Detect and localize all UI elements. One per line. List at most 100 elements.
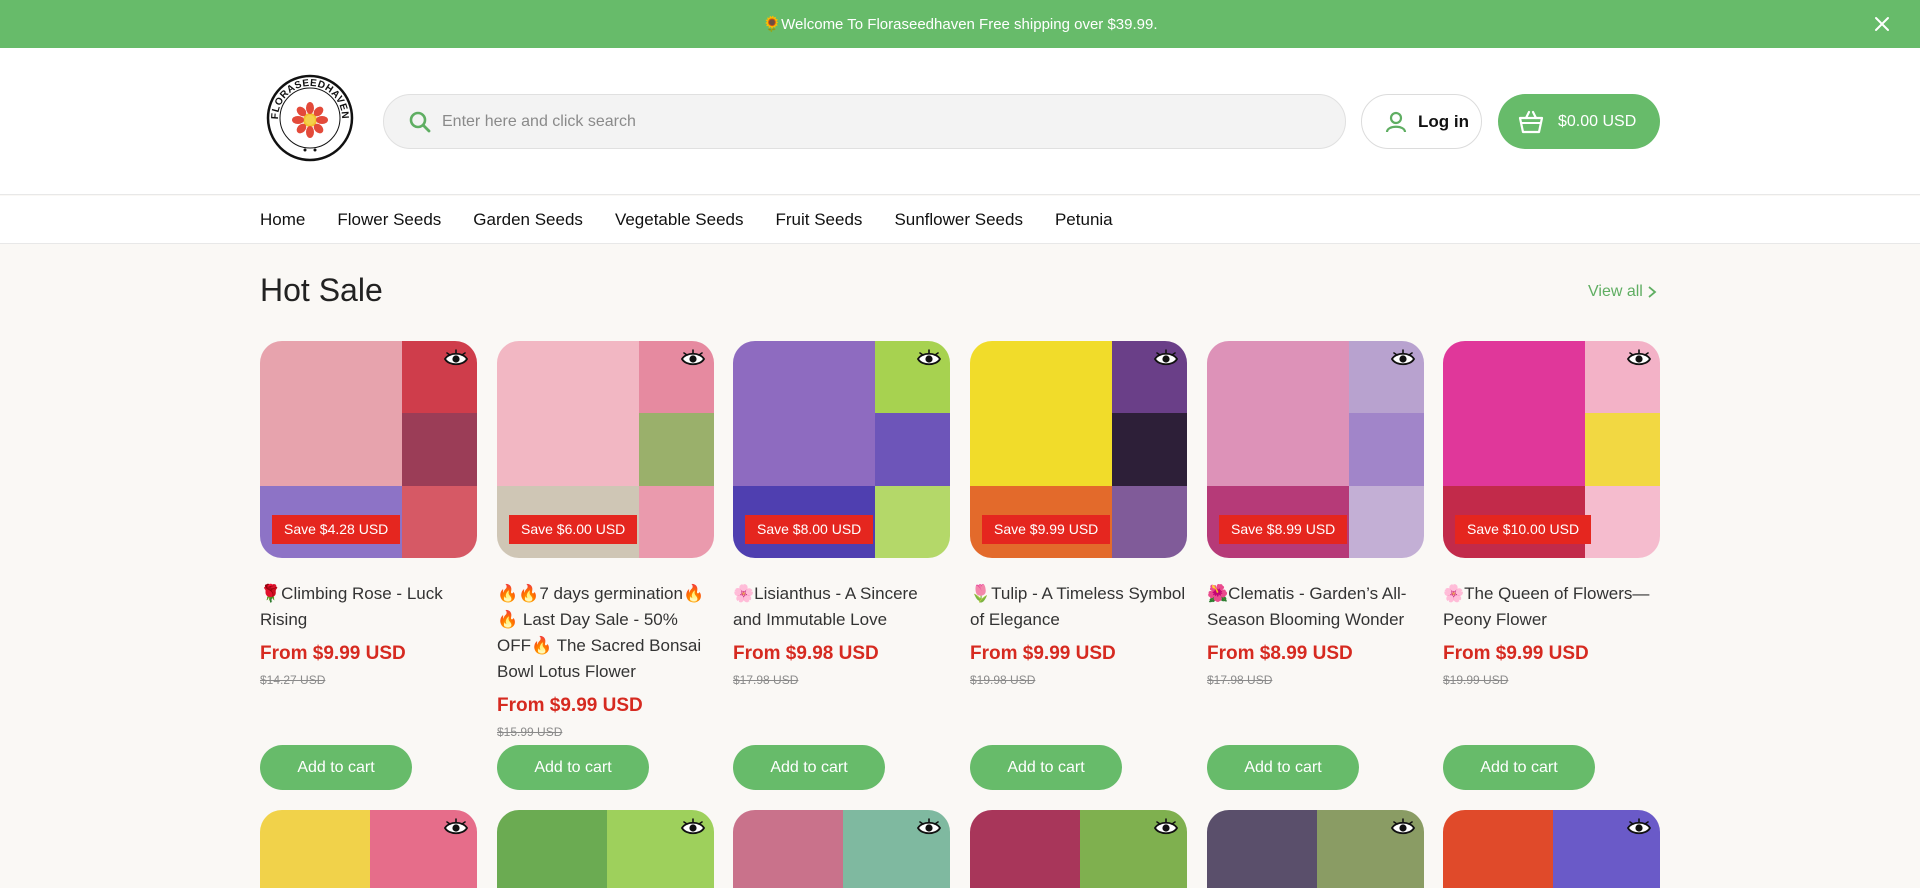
product-price: From $9.99 USD — [970, 643, 1116, 664]
sale-badge: Save $8.99 USD — [1219, 515, 1348, 544]
product-price: From $9.99 USD — [497, 695, 643, 716]
product-image[interactable]: Save $9.99 USD — [970, 341, 1187, 558]
image-tile — [497, 810, 607, 888]
login-button[interactable]: Log in — [1361, 94, 1482, 149]
quick-view-icon[interactable] — [1390, 349, 1416, 369]
product-card[interactable] — [970, 810, 1187, 888]
product-card[interactable] — [1443, 810, 1660, 888]
quick-view-icon[interactable] — [1626, 349, 1652, 369]
image-tile — [733, 341, 875, 486]
main-nav: Home Flower Seeds Garden Seeds Vegetable… — [0, 196, 1920, 244]
product-card[interactable] — [497, 810, 714, 888]
image-tile — [970, 341, 1112, 486]
compare-price: $17.98 USD — [1207, 673, 1273, 687]
nav-item-garden-seeds[interactable]: Garden Seeds — [473, 210, 583, 230]
product-image[interactable]: Save $6.00 USD — [497, 341, 714, 558]
search-input[interactable] — [442, 95, 1322, 148]
compare-price: $15.99 USD — [497, 725, 563, 739]
product-image[interactable]: Save $8.00 USD — [733, 341, 950, 558]
image-tile — [1207, 341, 1349, 486]
announcement-text: 🌻Welcome To Floraseedhaven Free shipping… — [762, 16, 1158, 33]
sale-badge: Save $9.99 USD — [982, 515, 1111, 544]
product-title[interactable]: 🌺Clematis - Garden’s All-Season Blooming… — [1207, 581, 1424, 633]
product-image[interactable]: Save $10.00 USD — [1443, 341, 1660, 558]
close-icon[interactable] — [1872, 14, 1892, 34]
image-tile — [639, 486, 714, 558]
image-tile — [1585, 413, 1660, 486]
product-title[interactable]: 🔥🔥7 days germination🔥🔥 Last Day Sale - 5… — [497, 581, 714, 685]
chevron-right-icon — [1648, 286, 1657, 298]
image-tile — [1349, 486, 1424, 558]
product-title[interactable]: 🌸The Queen of Flowers—Peony Flower — [1443, 581, 1660, 633]
nav-item-vegetable-seeds[interactable]: Vegetable Seeds — [615, 210, 744, 230]
announcement-bar: 🌻Welcome To Floraseedhaven Free shipping… — [0, 0, 1920, 48]
image-tile — [1207, 810, 1317, 888]
add-to-cart-button[interactable]: Add to cart — [1443, 745, 1595, 790]
image-tile — [260, 810, 370, 888]
image-tile — [1349, 413, 1424, 486]
cart-button[interactable]: $0.00 USD — [1498, 94, 1660, 149]
add-to-cart-button[interactable]: Add to cart — [260, 745, 412, 790]
add-to-cart-button[interactable]: Add to cart — [1207, 745, 1359, 790]
image-tile — [1112, 486, 1187, 558]
sale-badge: Save $4.28 USD — [272, 515, 401, 544]
product-card[interactable] — [733, 810, 950, 888]
product-image[interactable]: Save $4.28 USD — [260, 341, 477, 558]
image-tile — [970, 810, 1080, 888]
search-icon[interactable] — [408, 110, 432, 134]
quick-view-icon[interactable] — [1153, 818, 1179, 838]
site-header: FLORASEEDHAVEN Enter here and click sear… — [0, 48, 1920, 195]
quick-view-icon[interactable] — [1626, 818, 1652, 838]
image-tile — [497, 341, 639, 486]
add-to-cart-button[interactable]: Add to cart — [497, 745, 649, 790]
image-tile — [1585, 486, 1660, 558]
basket-icon — [1518, 110, 1544, 133]
compare-price: $19.99 USD — [1443, 673, 1509, 687]
image-tile — [260, 341, 402, 486]
image-tile — [402, 486, 477, 558]
compare-price: $14.27 USD — [260, 673, 326, 687]
product-price: From $8.99 USD — [1207, 643, 1353, 664]
cart-total: $0.00 USD — [1558, 112, 1637, 130]
quick-view-icon[interactable] — [680, 349, 706, 369]
nav-item-fruit-seeds[interactable]: Fruit Seeds — [776, 210, 863, 230]
section-title: Hot Sale — [260, 272, 383, 308]
quick-view-icon[interactable] — [443, 349, 469, 369]
product-card[interactable] — [1207, 810, 1424, 888]
product-title[interactable]: 🌸Lisianthus - A Sincere and Immutable Lo… — [733, 581, 950, 633]
product-price: From $9.99 USD — [260, 643, 406, 664]
login-label: Log in — [1418, 111, 1469, 131]
sale-badge: Save $6.00 USD — [509, 515, 638, 544]
product-price: From $9.98 USD — [733, 643, 879, 664]
compare-price: $19.98 USD — [970, 673, 1036, 687]
image-tile — [639, 413, 714, 486]
view-all-link[interactable]: View all — [1588, 283, 1657, 301]
image-tile — [1443, 810, 1553, 888]
nav-item-home[interactable]: Home — [260, 210, 305, 230]
site-logo[interactable]: FLORASEEDHAVEN — [266, 74, 354, 162]
quick-view-icon[interactable] — [443, 818, 469, 838]
image-tile — [733, 810, 843, 888]
image-tile — [875, 413, 950, 486]
view-all-label: View all — [1588, 283, 1643, 300]
quick-view-icon[interactable] — [680, 818, 706, 838]
quick-view-icon[interactable] — [916, 818, 942, 838]
quick-view-icon[interactable] — [1153, 349, 1179, 369]
quick-view-icon[interactable] — [1390, 818, 1416, 838]
quick-view-icon[interactable] — [916, 349, 942, 369]
user-icon — [1385, 111, 1407, 132]
product-title[interactable]: 🌷Tulip - A Timeless Symbol of Elegance — [970, 581, 1187, 633]
nav-item-flower-seeds[interactable]: Flower Seeds — [337, 210, 441, 230]
add-to-cart-button[interactable]: Add to cart — [970, 745, 1122, 790]
image-tile — [1443, 341, 1585, 486]
product-card[interactable] — [260, 810, 477, 888]
image-tile — [402, 413, 477, 486]
product-title[interactable]: 🌹Climbing Rose - Luck Rising — [260, 581, 477, 633]
nav-item-petunia[interactable]: Petunia — [1055, 210, 1113, 230]
add-to-cart-button[interactable]: Add to cart — [733, 745, 885, 790]
sale-badge: Save $8.00 USD — [745, 515, 874, 544]
product-image[interactable]: Save $8.99 USD — [1207, 341, 1424, 558]
compare-price: $17.98 USD — [733, 673, 799, 687]
product-price: From $9.99 USD — [1443, 643, 1589, 664]
nav-item-sunflower-seeds[interactable]: Sunflower Seeds — [894, 210, 1023, 230]
